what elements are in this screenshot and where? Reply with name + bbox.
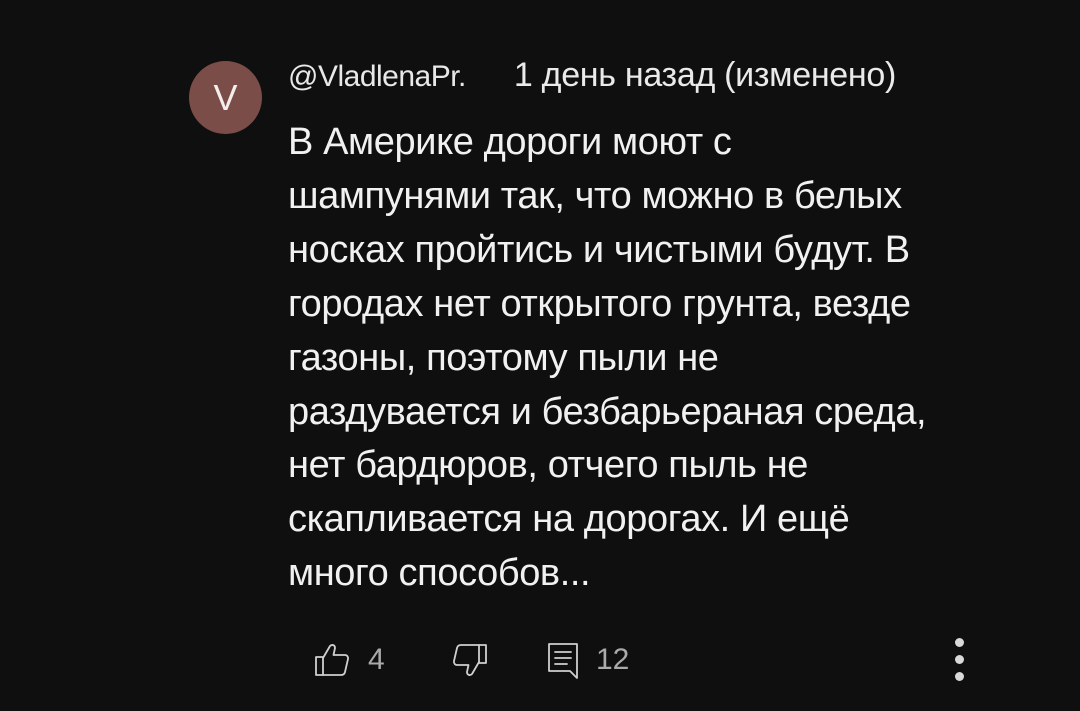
comment-text-line: носках пройтись и чистыми будут. В [288,228,910,271]
comment-header: @VladlenaPr. 1 день назад (изменено) [288,56,896,106]
author-handle[interactable]: @VladlenaPr. [288,60,466,94]
like-count: 4 [368,643,385,676]
comment-thread-item: V @VladlenaPr. 1 день назад (изменено) В… [0,0,1080,711]
thumb-up-icon [312,640,352,680]
comment-timestamp[interactable]: 1 день назад (изменено) [514,56,896,95]
dislike-button[interactable] [450,630,490,690]
reply-button[interactable]: 12 [546,630,629,690]
more-options-button[interactable] [944,630,976,690]
ellipsis-dot [955,638,964,647]
ellipsis-dot [955,655,964,664]
comment-text-line: раздувается и безбарьераная среда, [288,390,927,433]
thumb-down-icon [450,640,490,680]
comment-text-line: скапливается на дорогах. И ещё [288,498,850,541]
comment-text-line: городах нет открытого грунта, везде [288,282,911,325]
comment-text-line: нет бардюров, отчего пыль не [288,444,809,487]
comment-text-line: газоны, поэтому пыли не [288,336,719,379]
comment-icon [546,640,580,680]
comment-text-line: много способов... [288,552,591,595]
like-button[interactable]: 4 [312,630,385,690]
avatar[interactable]: V [189,61,262,134]
comment-text-line: шампунями так, что можно в белых [288,174,902,217]
comment-actions-bar: 4 12 [0,630,1080,690]
ellipsis-dot [955,672,964,681]
comment-text: В Америке дороги моют с шампунями так, ч… [288,116,1028,601]
reply-count: 12 [596,643,630,676]
comment-text-line: В Америке дороги моют с [288,121,732,163]
